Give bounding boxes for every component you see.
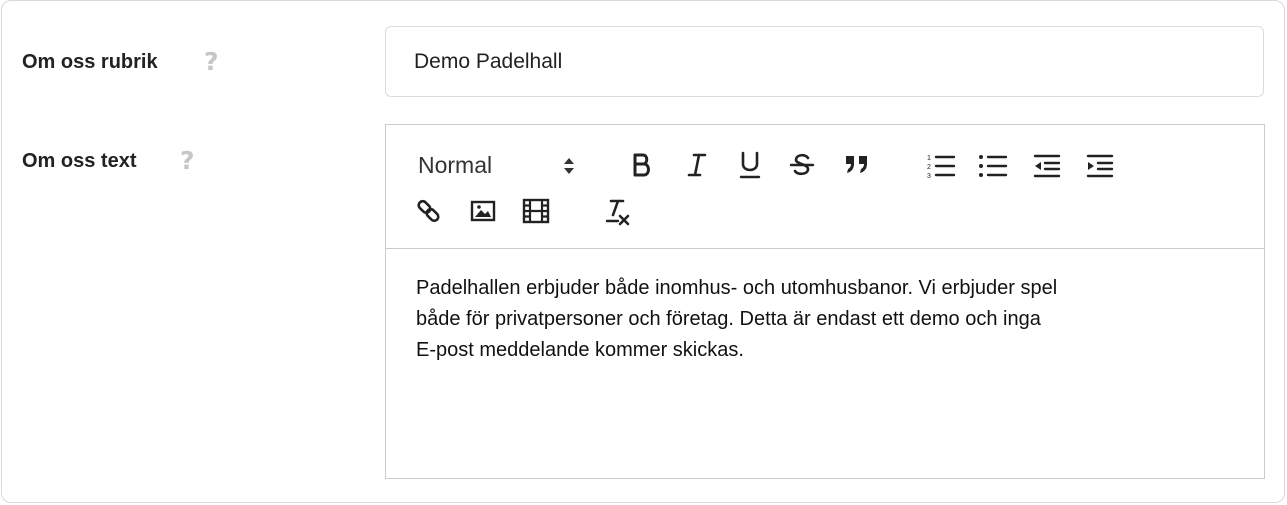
about-title-label: Om oss rubrik (22, 51, 158, 73)
rich-text-editor: Normal 1 2 3 Padelhallen erbjuder både i… (385, 124, 1265, 479)
indent-icon[interactable] (1085, 152, 1115, 180)
italic-icon[interactable] (686, 152, 708, 178)
blockquote-icon[interactable] (843, 153, 871, 175)
strike-icon[interactable] (789, 152, 815, 178)
bold-icon[interactable] (631, 152, 653, 178)
outdent-icon[interactable] (1032, 152, 1062, 180)
svg-text:2: 2 (927, 164, 931, 171)
ordered-list-icon[interactable]: 1 2 3 (926, 152, 956, 180)
editor-toolbar: Normal 1 2 3 (386, 125, 1264, 249)
clear-format-icon[interactable] (603, 197, 633, 227)
about-text-label: Om oss text (22, 150, 137, 172)
header-format-select[interactable]: Normal (418, 151, 583, 181)
video-icon[interactable] (522, 198, 550, 224)
image-icon[interactable] (470, 200, 496, 222)
settings-panel: Om oss rubrik ? Om oss text ? Normal (1, 0, 1285, 503)
link-icon[interactable] (416, 198, 442, 224)
underline-icon[interactable] (738, 150, 762, 180)
help-icon[interactable]: ? (180, 146, 195, 175)
editor-content[interactable]: Padelhallen erbjuder både inomhus- och u… (416, 273, 1236, 366)
svg-text:1: 1 (927, 155, 931, 162)
bullet-list-icon[interactable] (978, 152, 1008, 180)
about-title-input[interactable] (385, 26, 1264, 97)
content-line: både för privatpersoner och företag. Det… (416, 308, 1041, 330)
header-format-value: Normal (418, 152, 493, 178)
content-line: E-post meddelande kommer skickas. (416, 339, 744, 361)
help-icon[interactable]: ? (204, 47, 219, 76)
select-arrows-icon (563, 155, 575, 182)
svg-text:3: 3 (927, 173, 931, 180)
content-line: Padelhallen erbjuder både inomhus- och u… (416, 277, 1058, 299)
